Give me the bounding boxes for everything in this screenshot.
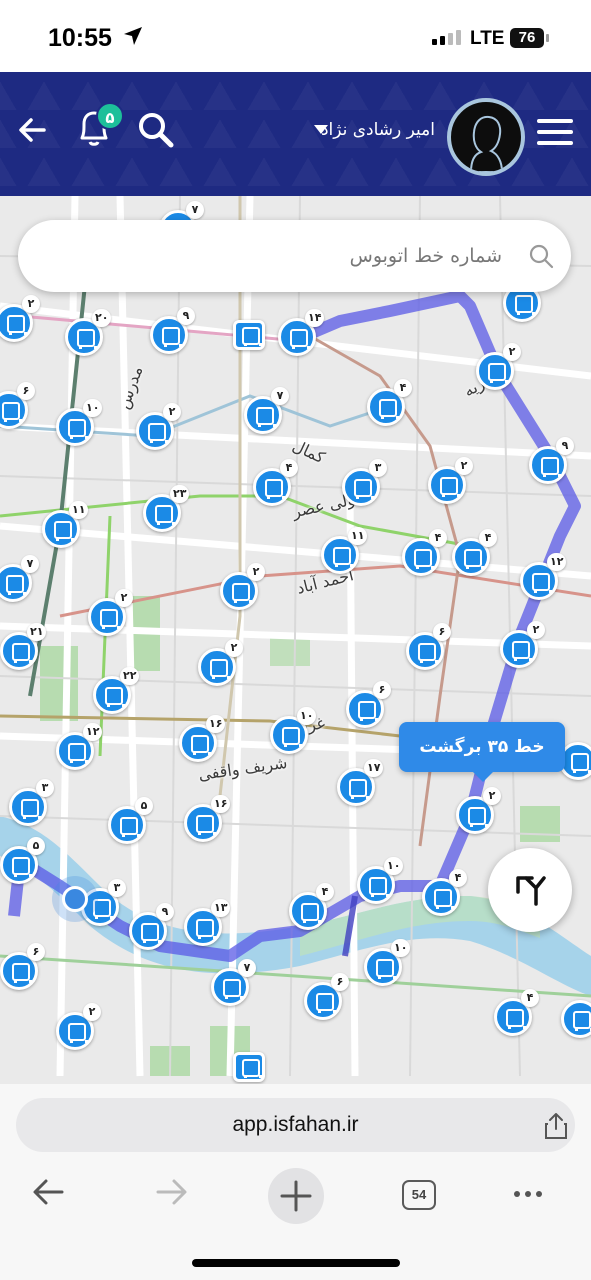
bus-stop-marker[interactable]: ۲ xyxy=(220,563,265,610)
bus-stop-marker[interactable]: ۹ xyxy=(129,903,174,950)
menu-icon[interactable] xyxy=(537,119,573,149)
battery-icon: 76 xyxy=(510,28,544,48)
bus-stop-marker[interactable]: ۱۲ xyxy=(56,723,103,770)
bus-stop-marker[interactable]: ۹ xyxy=(150,307,195,354)
bus-stop-marker[interactable]: ۲۲ xyxy=(93,667,140,714)
bus-stop-marker[interactable]: ۲۳ xyxy=(143,485,190,532)
bus-stop-marker[interactable]: ۶ xyxy=(406,623,451,670)
back-arrow-icon[interactable] xyxy=(16,114,48,146)
bus-stop-marker[interactable]: ۱۳ xyxy=(184,899,231,946)
signal-icon xyxy=(432,30,461,45)
route-label-tooltip[interactable]: خط ۳۵ برگشت xyxy=(399,722,565,782)
bus-stop-marker[interactable]: ۲ xyxy=(56,1003,101,1050)
bus-stop-marker[interactable]: ۲۰ xyxy=(65,309,112,356)
address-bar[interactable]: app.isfahan.ir xyxy=(16,1098,575,1152)
current-location-marker xyxy=(62,886,88,912)
bus-stop-marker[interactable]: ۵ xyxy=(0,837,45,884)
bus-stop-marker[interactable]: ۴ xyxy=(494,989,539,1036)
bus-stop-marker[interactable]: ۶ xyxy=(346,681,391,728)
network-type: LTE xyxy=(470,28,505,49)
bus-stop-marker[interactable]: ۴ xyxy=(452,529,497,576)
status-bar: 10:55 LTE 76 xyxy=(0,0,591,72)
search-icon[interactable] xyxy=(136,110,176,150)
bus-stop-marker[interactable] xyxy=(233,320,265,350)
tabs-button[interactable]: 54 xyxy=(402,1180,436,1210)
new-tab-button[interactable] xyxy=(268,1168,324,1224)
bus-stop-marker[interactable]: ۱۱ xyxy=(321,527,368,574)
app-header: ۵ امیر رشادی نژاد xyxy=(0,72,591,196)
avatar[interactable] xyxy=(447,98,525,176)
bus-stop-marker[interactable]: ۱۰ xyxy=(270,707,317,754)
screen: 10:55 LTE 76 ۵ امیر رشادی نژاد مدرس کمال… xyxy=(0,0,591,1280)
bus-stop-marker[interactable]: ۴ xyxy=(402,529,447,576)
bus-stop-marker[interactable]: ۵ xyxy=(108,797,153,844)
browser-chrome: app.isfahan.ir 54 xyxy=(0,1084,591,1280)
search-bar[interactable] xyxy=(18,220,571,292)
bus-stop-marker[interactable]: ۲ xyxy=(428,457,473,504)
back-icon[interactable] xyxy=(30,1174,66,1210)
bus-stop-marker[interactable]: ۱۱ xyxy=(42,501,89,548)
battery-tip xyxy=(546,34,549,42)
share-icon[interactable] xyxy=(543,1112,569,1140)
bus-stop-marker[interactable]: ۱۰ xyxy=(56,399,103,446)
bus-stop-marker[interactable]: ۴ xyxy=(367,379,412,426)
bus-stop-marker[interactable]: ۲ xyxy=(136,403,181,450)
bus-stop-marker[interactable]: ۲ xyxy=(500,621,545,668)
bus-stop-marker[interactable]: ۲ xyxy=(456,787,501,834)
home-indicator xyxy=(192,1259,400,1267)
bus-stop-marker[interactable]: ۹ xyxy=(529,437,574,484)
bus-stop-marker[interactable] xyxy=(233,1052,265,1082)
more-options-icon[interactable] xyxy=(514,1191,542,1197)
bus-stop-marker[interactable]: ۴ xyxy=(289,883,334,930)
location-arrow-icon xyxy=(124,27,142,45)
bus-stop-marker[interactable]: ۶ xyxy=(0,943,45,990)
bus-stop-marker[interactable]: ۴ xyxy=(253,459,298,506)
route-directions-button[interactable] xyxy=(488,848,572,932)
bus-stop-marker[interactable]: ۱۶ xyxy=(179,715,226,762)
directions-icon xyxy=(516,876,546,906)
map[interactable]: مدرس کمال ولی عصر احمد آباد شریف واقفی غ… xyxy=(0,196,591,1084)
bus-stop-marker[interactable]: ۳ xyxy=(9,779,54,826)
bus-stop-marker[interactable]: ۱۷ xyxy=(337,759,384,806)
search-icon[interactable] xyxy=(527,242,555,270)
bus-stop-marker[interactable]: ۱۰ xyxy=(357,857,404,904)
bus-stop-marker[interactable]: ۷ xyxy=(244,387,289,434)
url-text[interactable]: app.isfahan.ir xyxy=(16,1098,575,1152)
bus-stop-marker[interactable]: ۲۱ xyxy=(0,623,47,670)
bus-line-search-input[interactable] xyxy=(42,220,502,292)
forward-icon[interactable] xyxy=(154,1174,190,1210)
bus-stop-marker[interactable]: ۳ xyxy=(342,459,387,506)
notification-badge: ۵ xyxy=(96,102,124,130)
user-silhouette-icon xyxy=(469,115,504,172)
bus-stop-marker[interactable]: ۲ xyxy=(198,639,243,686)
bus-stop-marker[interactable]: ۲ xyxy=(88,589,133,636)
bus-stop-marker[interactable]: ۱۲ xyxy=(520,553,567,600)
bus-stop-marker[interactable] xyxy=(561,1000,591,1038)
bus-stop-marker[interactable]: ۲ xyxy=(476,343,521,390)
user-name[interactable]: امیر رشادی نژاد xyxy=(321,120,435,140)
plus-icon xyxy=(280,1180,312,1212)
bus-stop-marker[interactable]: ۴ xyxy=(422,869,467,916)
bus-stop-marker[interactable]: ۶ xyxy=(304,973,349,1020)
bus-stop-marker[interactable]: ۷ xyxy=(211,959,256,1006)
bus-stop-marker[interactable]: ۱۶ xyxy=(184,795,231,842)
bus-stop-marker[interactable]: ۱۴ xyxy=(278,309,325,356)
bus-stop-marker[interactable]: ۱۰ xyxy=(364,939,411,986)
status-time: 10:55 xyxy=(48,24,112,52)
